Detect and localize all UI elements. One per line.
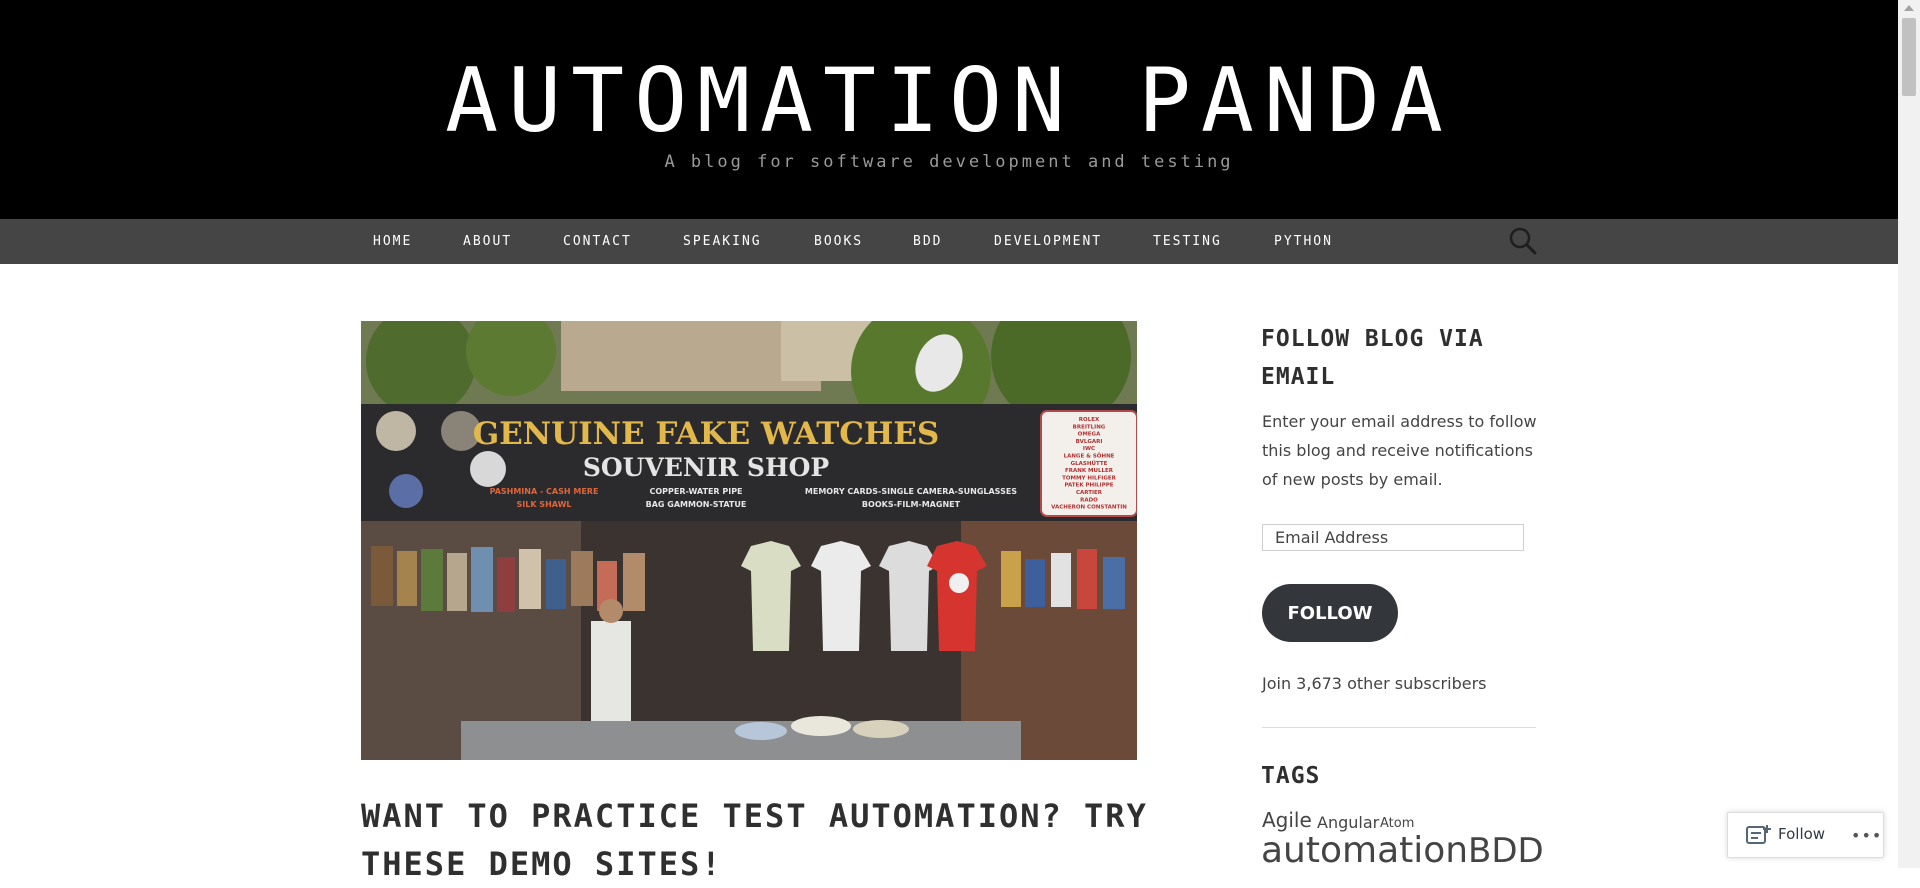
brand-item: GLASHÜTTE	[1071, 460, 1108, 467]
sign-small6: BOOKS-FILM-MAGNET	[862, 500, 961, 509]
scrollbar-thumb[interactable]	[1902, 18, 1916, 96]
sign-small4: BAG GAMMON-STATUE	[646, 500, 747, 509]
tag-link[interactable]: BDD	[1468, 831, 1544, 871]
vertical-scrollbar[interactable]	[1898, 0, 1920, 868]
nav-item-contact[interactable]: CONTACT	[563, 219, 632, 264]
follow-widget-title-line1: FOLLOW BLOG VIA	[1261, 326, 1484, 352]
widget-divider	[1262, 727, 1536, 728]
tag-link[interactable]: Atom	[1380, 816, 1414, 831]
sign-small2: SILK SHAWL	[516, 500, 571, 509]
nav-item-home[interactable]: HOME	[373, 219, 412, 264]
brand-item: RADO	[1080, 497, 1098, 503]
nav-item-about[interactable]: ABOUT	[463, 219, 512, 264]
souvenir-shop-photo: GENUINE FAKE WATCHES SOUVENIR SHOP PASHM…	[361, 321, 1137, 760]
brand-item: VACHERON CONSTANTIN	[1051, 505, 1127, 511]
sign-small5: MEMORY CARDS-SINGLE CAMERA-SUNGLASSES	[805, 487, 1017, 496]
main-nav: HOME ABOUT CONTACT SPEAKING BOOKS BDD DE…	[0, 219, 1898, 264]
more-options-icon[interactable]: •••	[1851, 826, 1882, 845]
brand-item: IWC	[1083, 446, 1095, 452]
search-icon[interactable]	[1509, 227, 1537, 255]
follow-reader-icon[interactable]	[1746, 824, 1772, 846]
sign-small1: PASHMINA - CASH MERE	[490, 487, 599, 496]
sign-line2: SOUVENIR SHOP	[583, 453, 830, 482]
email-field[interactable]	[1262, 524, 1524, 551]
tag-link[interactable]: Agile	[1262, 808, 1312, 832]
follow-widget-text: Enter your email address to follow this …	[1262, 412, 1537, 489]
brand-item: ROLEX	[1079, 417, 1100, 423]
brand-item: BREITLING	[1073, 424, 1106, 430]
nav-item-books[interactable]: BOOKS	[814, 219, 863, 264]
sign-small3: COPPER-WATER PIPE	[649, 487, 742, 496]
nav-item-bdd[interactable]: BDD	[913, 219, 942, 264]
tags-widget-title: TAGS	[1261, 763, 1321, 789]
brand-item: FRANK MULLER	[1065, 468, 1114, 474]
brand-item: PATEK PHILIPPE	[1064, 483, 1113, 489]
nav-item-speaking[interactable]: SPEAKING	[683, 219, 762, 264]
brand-item: LANGE & SÖHNE	[1064, 453, 1115, 460]
nav-item-development[interactable]: DEVELOPMENT	[994, 219, 1102, 264]
floating-follow-button[interactable]: Follow	[1778, 825, 1825, 843]
scroll-up-arrow-icon[interactable]	[1904, 5, 1914, 11]
brand-item: TOMMY HILFIGER	[1062, 475, 1117, 481]
nav-item-python[interactable]: PYTHON	[1274, 219, 1333, 264]
follow-button[interactable]: FOLLOW	[1262, 584, 1398, 642]
site-title[interactable]: AUTOMATION PANDA	[0, 46, 1898, 156]
site-header: AUTOMATION PANDA A blog for software dev…	[0, 0, 1898, 219]
post-title[interactable]: WANT TO PRACTICE TEST AUTOMATION? TRY TH…	[361, 792, 1161, 888]
brand-item: BVLGARI	[1076, 439, 1103, 445]
featured-image[interactable]: GENUINE FAKE WATCHES SOUVENIR SHOP PASHM…	[361, 321, 1137, 760]
nav-item-testing[interactable]: TESTING	[1153, 219, 1222, 264]
follow-widget-title-line2: EMAIL	[1261, 364, 1336, 390]
floating-follow-bar: Follow •••	[1727, 812, 1884, 858]
sign-line1: GENUINE FAKE WATCHES	[473, 416, 940, 452]
site-description: A blog for software development and test…	[664, 152, 1234, 172]
brand-item: CARTIER	[1076, 490, 1103, 496]
brand-item: OMEGA	[1078, 432, 1101, 438]
subscriber-count: Join 3,673 other subscribers	[1262, 674, 1487, 693]
tag-link[interactable]: automation	[1261, 830, 1468, 871]
